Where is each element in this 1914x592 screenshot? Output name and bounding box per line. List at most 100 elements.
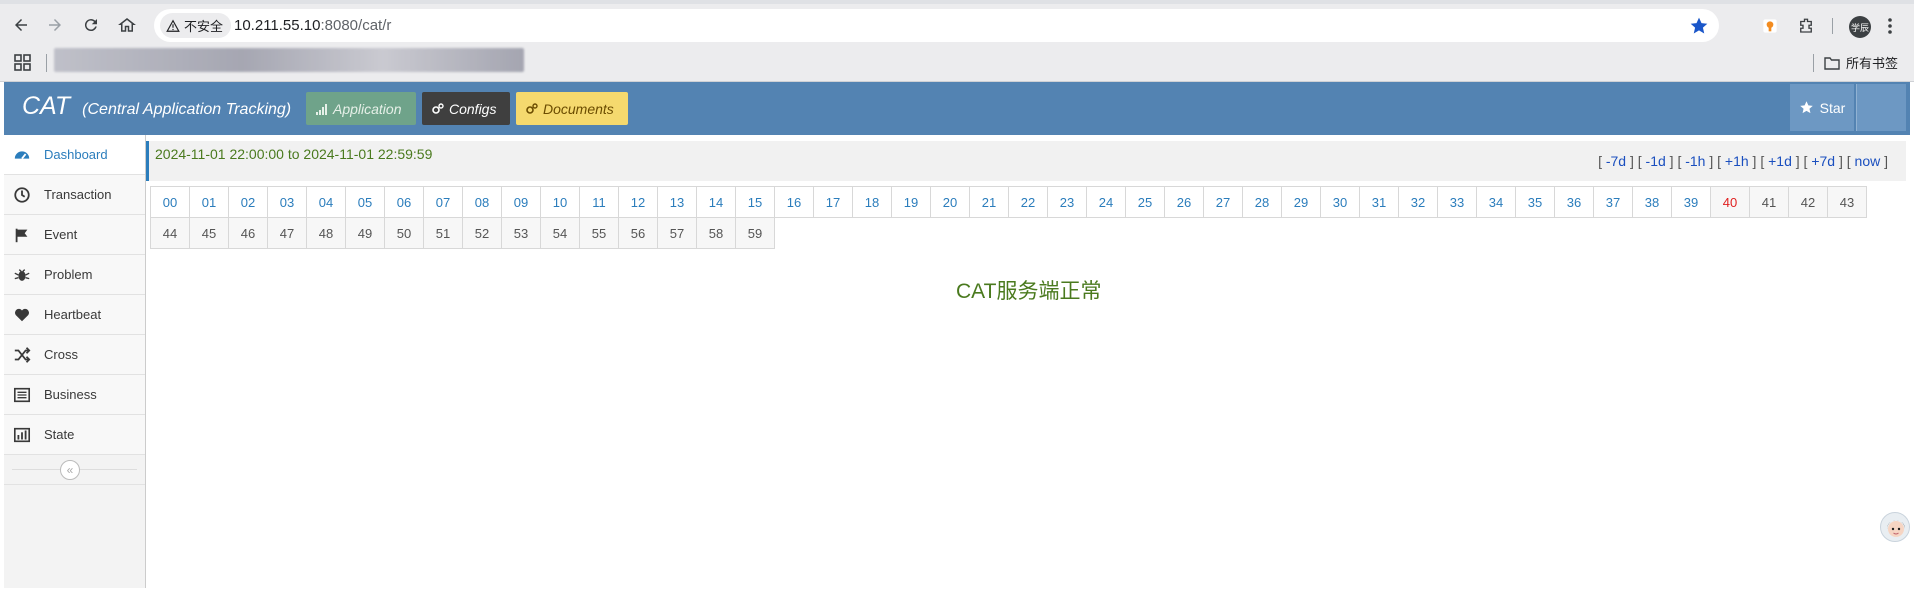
sidebar-item-problem[interactable]: Problem [4,255,145,295]
minute-link-16[interactable]: 16 [774,186,814,218]
minute-link-48[interactable]: 48 [306,217,346,249]
sidebar-item-transaction[interactable]: Transaction [4,175,145,215]
minute-link-57[interactable]: 57 [657,217,697,249]
brand[interactable]: CAT (Central Application Tracking) [22,92,291,121]
minute-link-56[interactable]: 56 [618,217,658,249]
minute-link-10[interactable]: 10 [540,186,580,218]
minute-link-39[interactable]: 39 [1671,186,1711,218]
address-bar[interactable]: 不安全 10.211.55.10:8080/cat/r [154,9,1719,42]
minute-link-14[interactable]: 14 [696,186,736,218]
nav-link-minus-7d[interactable]: -7d [1606,153,1626,169]
all-bookmarks-button[interactable]: 所有书签 [1824,53,1898,72]
nav-link-plus-1h[interactable]: +1h [1725,153,1749,169]
minute-link-15[interactable]: 15 [735,186,775,218]
nav-link-now[interactable]: now [1855,153,1881,169]
minute-link-34[interactable]: 34 [1476,186,1516,218]
minute-link-54[interactable]: 54 [540,217,580,249]
minute-link-32[interactable]: 32 [1398,186,1438,218]
minute-link-37[interactable]: 37 [1593,186,1633,218]
nav-link-plus-7d[interactable]: +7d [1811,153,1835,169]
minute-link-36[interactable]: 36 [1554,186,1594,218]
minute-link-49[interactable]: 49 [345,217,385,249]
back-button[interactable] [8,12,34,38]
minute-link-04[interactable]: 04 [306,186,346,218]
apps-grid-icon[interactable] [14,54,32,72]
minute-link-45[interactable]: 45 [189,217,229,249]
sidebar-item-heartbeat[interactable]: Heartbeat [4,295,145,335]
minute-link-35[interactable]: 35 [1515,186,1555,218]
minute-link-17[interactable]: 17 [813,186,853,218]
minute-link-41[interactable]: 41 [1749,186,1789,218]
minute-link-20[interactable]: 20 [930,186,970,218]
minute-link-40[interactable]: 40 [1710,186,1750,218]
minute-link-11[interactable]: 11 [579,186,619,218]
minute-link-08[interactable]: 08 [462,186,502,218]
minute-link-18[interactable]: 18 [852,186,892,218]
collapse-toggle-button[interactable]: « [60,460,80,480]
profile-avatar[interactable]: 学辰 [1849,16,1871,38]
nav-link-plus-1d[interactable]: +1d [1768,153,1792,169]
bookmarks-divider [46,54,47,72]
application-button[interactable]: Application [306,92,416,125]
minute-link-19[interactable]: 19 [891,186,931,218]
minute-link-44[interactable]: 44 [150,217,190,249]
sidebar-item-dashboard[interactable]: Dashboard [4,135,145,175]
url-text[interactable]: 10.211.55.10:8080/cat/r [234,17,391,34]
minute-link-27[interactable]: 27 [1203,186,1243,218]
minute-link-38[interactable]: 38 [1632,186,1672,218]
minute-link-51[interactable]: 51 [423,217,463,249]
bar-chart-icon [12,425,32,445]
minute-link-25[interactable]: 25 [1125,186,1165,218]
minute-link-13[interactable]: 13 [657,186,697,218]
minute-link-03[interactable]: 03 [267,186,307,218]
minute-link-23[interactable]: 23 [1047,186,1087,218]
home-button[interactable] [114,12,140,38]
sidebar-item-event[interactable]: Event [4,215,145,255]
minute-link-43[interactable]: 43 [1827,186,1867,218]
minute-link-26[interactable]: 26 [1164,186,1204,218]
minute-link-53[interactable]: 53 [501,217,541,249]
sidebar-item-cross[interactable]: Cross [4,335,145,375]
minute-link-24[interactable]: 24 [1086,186,1126,218]
minute-link-21[interactable]: 21 [969,186,1009,218]
assistant-avatar[interactable] [1880,512,1910,542]
bookmark-star-icon[interactable] [1689,16,1709,36]
minute-link-33[interactable]: 33 [1437,186,1477,218]
minute-link-00[interactable]: 00 [150,186,190,218]
reload-button[interactable] [78,12,104,38]
extensions-puzzle-icon[interactable] [1796,16,1816,36]
documents-button[interactable]: Documents [516,92,628,125]
minute-link-31[interactable]: 31 [1359,186,1399,218]
minute-link-47[interactable]: 47 [267,217,307,249]
minute-link-52[interactable]: 52 [462,217,502,249]
security-chip[interactable]: 不安全 [160,13,232,38]
minute-link-50[interactable]: 50 [384,217,424,249]
sidebar-item-label: Transaction [44,187,112,202]
minute-link-22[interactable]: 22 [1008,186,1048,218]
minute-link-06[interactable]: 06 [384,186,424,218]
nav-link-minus-1h[interactable]: -1h [1685,153,1705,169]
forward-button[interactable] [42,12,68,38]
star-button[interactable]: Star [1790,84,1854,131]
minute-link-28[interactable]: 28 [1242,186,1282,218]
minute-link-05[interactable]: 05 [345,186,385,218]
minute-link-30[interactable]: 30 [1320,186,1360,218]
more-menu-icon[interactable] [1880,16,1900,36]
sidebar-item-business[interactable]: Business [4,375,145,415]
minute-link-59[interactable]: 59 [735,217,775,249]
arrow-right-icon [49,19,61,31]
minute-link-46[interactable]: 46 [228,217,268,249]
minute-link-01[interactable]: 01 [189,186,229,218]
minute-link-29[interactable]: 29 [1281,186,1321,218]
minute-link-07[interactable]: 07 [423,186,463,218]
extension-pin-icon[interactable] [1760,16,1780,36]
nav-link-minus-1d[interactable]: -1d [1646,153,1666,169]
configs-button[interactable]: Configs [422,92,510,125]
minute-link-09[interactable]: 09 [501,186,541,218]
sidebar-item-state[interactable]: State [4,415,145,455]
minute-link-58[interactable]: 58 [696,217,736,249]
minute-link-12[interactable]: 12 [618,186,658,218]
minute-link-02[interactable]: 02 [228,186,268,218]
minute-link-55[interactable]: 55 [579,217,619,249]
minute-link-42[interactable]: 42 [1788,186,1828,218]
